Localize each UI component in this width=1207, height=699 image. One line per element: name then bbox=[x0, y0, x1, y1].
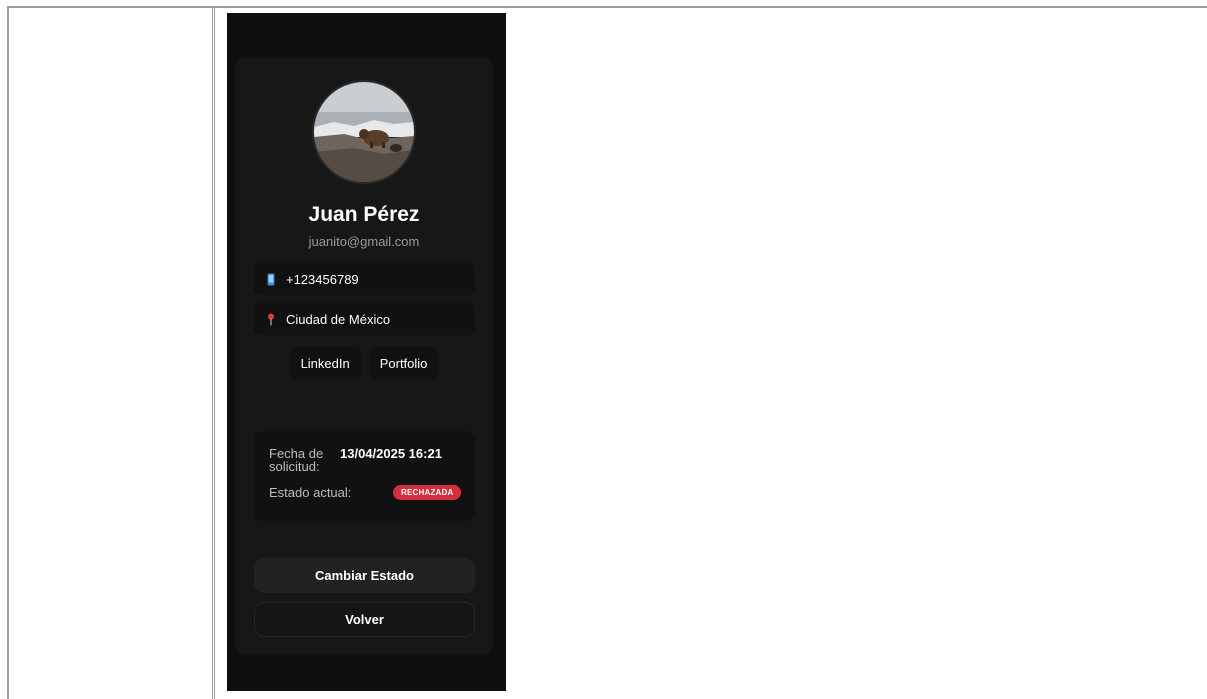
avatar bbox=[312, 80, 416, 184]
application-date-label: Fecha de solicitud: bbox=[269, 446, 324, 474]
application-date-value: 13/04/2025 16:21 bbox=[340, 446, 442, 461]
phone-row: +123456789 bbox=[254, 263, 475, 295]
table-column-divider bbox=[212, 6, 215, 699]
location-pin-icon bbox=[264, 312, 278, 326]
current-state-label: Estado actual: bbox=[269, 485, 352, 500]
location-row: Ciudad de México bbox=[254, 303, 475, 335]
status-badge: RECHAZADA bbox=[393, 485, 462, 500]
back-button[interactable]: Volver bbox=[254, 602, 475, 637]
portfolio-link[interactable]: Portfolio bbox=[368, 347, 439, 379]
profile-panel: Juan Pérez juanito@gmail.com +123456789 … bbox=[227, 13, 506, 691]
avatar-photo bbox=[314, 82, 414, 182]
application-status-box: Fecha de solicitud: 13/04/2025 16:21 Est… bbox=[254, 431, 475, 521]
candidate-email: juanito@gmail.com bbox=[308, 234, 420, 249]
candidate-name: Juan Pérez bbox=[308, 203, 420, 226]
change-state-button[interactable]: Cambiar Estado bbox=[254, 558, 475, 593]
table-border-top bbox=[7, 6, 1207, 8]
phone-number: +123456789 bbox=[286, 271, 359, 287]
profile-card: Juan Pérez juanito@gmail.com +123456789 … bbox=[235, 57, 493, 655]
mobile-phone-icon bbox=[264, 272, 278, 286]
linkedin-link[interactable]: LinkedIn bbox=[289, 347, 361, 379]
table-border-left bbox=[7, 6, 9, 699]
location-text: Ciudad de México bbox=[286, 311, 391, 327]
profile-links: LinkedIn Portfolio bbox=[235, 347, 493, 379]
